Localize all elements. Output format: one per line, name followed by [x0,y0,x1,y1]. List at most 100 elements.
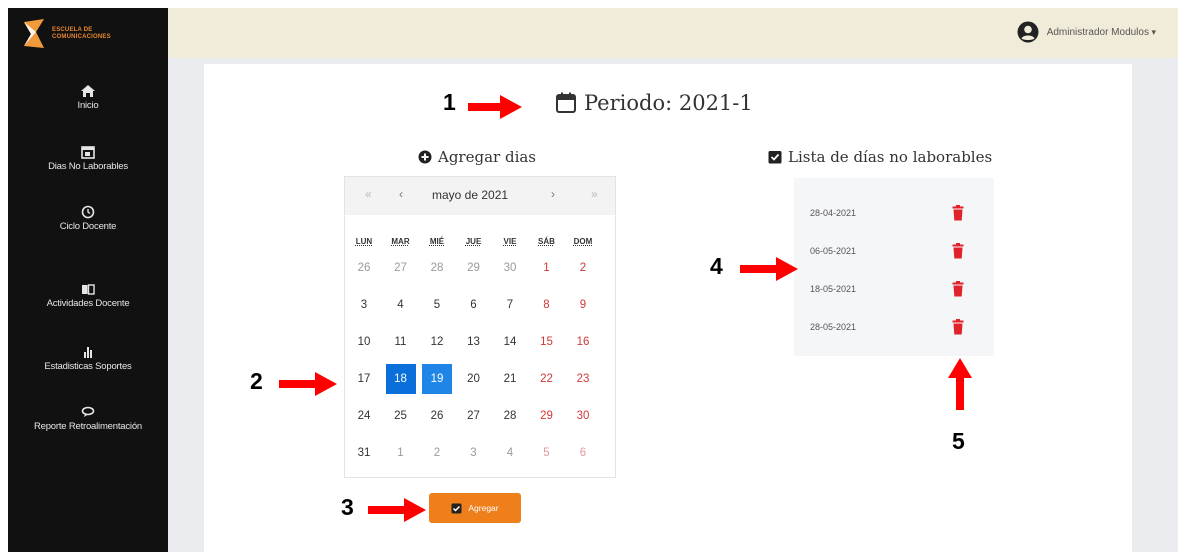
user-menu[interactable]: Administrador Modulos [1017,21,1156,43]
sidebar-item-estadisticas-soportes[interactable]: Estadisticas Soportes [8,345,168,372]
calendar-weekday: MAR [391,237,410,246]
trash-icon[interactable] [952,243,964,259]
calendar-day[interactable]: 27 [386,253,416,283]
trash-icon[interactable] [952,205,964,221]
calendar-day[interactable]: 2 [422,438,452,468]
calendar-day[interactable]: 26 [422,401,452,431]
calendar-day[interactable]: 10 [349,327,379,357]
calendar-day[interactable]: 3 [459,438,489,468]
calendar-day[interactable]: 24 [349,401,379,431]
list-item-date: 28-05-2021 [810,322,857,332]
list-item: 06-05-2021 [794,232,994,272]
calendar-icon [556,92,576,113]
calendar-day[interactable]: 13 [459,327,489,357]
sidebar-item-label: Actividades Docente [46,298,130,309]
check-square-icon [451,503,462,513]
calendar-day[interactable]: 29 [532,401,562,431]
calendar-day[interactable]: 1 [532,253,562,283]
calendar-day[interactable]: 3 [349,290,379,320]
user-circle-icon [1017,21,1039,43]
calendar-day[interactable]: 25 [386,401,416,431]
calendar-day[interactable]: 7 [495,290,525,320]
calendar-day[interactable]: 15 [532,327,562,357]
calendar-day[interactable]: 4 [386,290,416,320]
annotation-number-1: 1 [443,89,456,115]
calendar-day[interactable]: 23 [568,364,598,394]
next-month-button[interactable]: › [551,187,555,201]
chat-icon [81,406,95,417]
next-year-button[interactable]: » [591,187,598,201]
calendar-day[interactable]: 19 [422,364,452,394]
calendar-day[interactable]: 2 [568,253,598,283]
calendar-day[interactable]: 30 [495,253,525,283]
calendar-day[interactable]: 28 [495,401,525,431]
add-button[interactable]: Agregar [429,493,521,523]
calendar-weekday: SÁB [538,237,555,246]
calendar-weekday: JUE [465,237,482,246]
calendar-day[interactable]: 11 [386,327,416,357]
calendar-day[interactable]: 22 [532,364,562,394]
sidebar-item-label: Dias No Laborables [48,161,128,172]
logo-mark-icon [22,18,46,50]
page-title: Periodo: 2021-1 [555,91,753,115]
trash-icon[interactable] [952,281,964,297]
calendar-day[interactable]: 18 [385,364,416,394]
calendar-day[interactable]: 28 [422,253,452,283]
calendar-day[interactable]: 14 [495,327,525,357]
calendar-day[interactable]: 5 [532,438,562,468]
list-item-date: 06-05-2021 [810,246,857,256]
calendar-weekday: MIÉ [429,237,445,246]
list-item: 28-04-2021 [794,194,994,234]
logo-text-line1: ESCUELA DE [52,27,93,33]
calendar-day[interactable]: 30 [568,401,598,431]
list-item-date: 18-05-2021 [810,284,857,294]
prev-year-button[interactable]: « [365,187,372,201]
clock-icon [81,205,95,219]
prev-month-button[interactable]: ‹ [399,187,403,201]
calendar-day[interactable]: 26 [349,253,379,283]
calendar-day[interactable]: 8 [532,290,562,320]
topbar: Administrador Modulos [168,8,1178,58]
sidebar-item-actividades-docente[interactable]: Actividades Docente [8,282,168,309]
calendar-day[interactable]: 6 [568,438,598,468]
calendar-day[interactable]: 17 [349,364,379,394]
calendar-day[interactable]: 16 [568,327,598,357]
annotation-number-4: 4 [710,253,723,279]
calendar-header: « ‹ mayo de 2021 › » [345,177,615,215]
annotation-arrow-right-icon [740,257,798,281]
sidebar-item-inicio[interactable]: Inicio [8,84,168,111]
calendar-day[interactable]: 1 [386,438,416,468]
check-square-icon [768,151,782,164]
user-name: Administrador Modulos [1047,27,1156,38]
sidebar-item-ciclo-docente[interactable]: Ciclo Docente [8,205,168,232]
list-item: 18-05-2021 [794,270,994,310]
trash-icon[interactable] [952,319,964,335]
calendar-day[interactable]: 9 [568,290,598,320]
calendar-day[interactable]: 5 [422,290,452,320]
calendar-day[interactable]: 27 [459,401,489,431]
calendar-weekday: LUN [355,237,373,246]
add-days-title-text: Agregar dias [438,148,537,166]
annotation-arrow-right-icon [368,498,426,522]
sidebar-item-dias-no-laborables[interactable]: Dias No Laborables [8,145,168,172]
calendar: « ‹ mayo de 2021 › » LUN MAR MIÉ JUE VIE SÁB D… [344,176,616,478]
calendar-icon [81,146,95,159]
calendar-day[interactable]: 6 [459,290,489,320]
logo-text-line2: COMUNICACIONES [52,34,111,40]
logo[interactable]: ESCUELA DE COMUNICACIONES [22,14,152,54]
annotation-arrow-right-icon [468,95,522,119]
page-title-text: Periodo: 2021-1 [584,91,753,115]
calendar-day[interactable]: 20 [459,364,489,394]
calendar-day[interactable]: 4 [495,438,525,468]
calendar-weekday: VIE [503,237,517,246]
non-working-days-list: 28-04-2021 06-05-2021 18-05-2021 28-05-2… [794,178,994,356]
sidebar: ESCUELA DE COMUNICACIONES Inicio Dias No… [8,8,168,552]
add-days-title: Agregar dias [418,148,536,166]
calendar-day[interactable]: 31 [349,438,379,468]
annotation-number-5: 5 [952,428,965,454]
calendar-day[interactable]: 21 [495,364,525,394]
sidebar-item-reporte-retroalimentacion[interactable]: Reporte Retroalimentación [8,405,168,432]
calendar-day[interactable]: 29 [459,253,489,283]
calendar-day[interactable]: 12 [422,327,452,357]
calendar-month-label[interactable]: mayo de 2021 [432,188,508,202]
